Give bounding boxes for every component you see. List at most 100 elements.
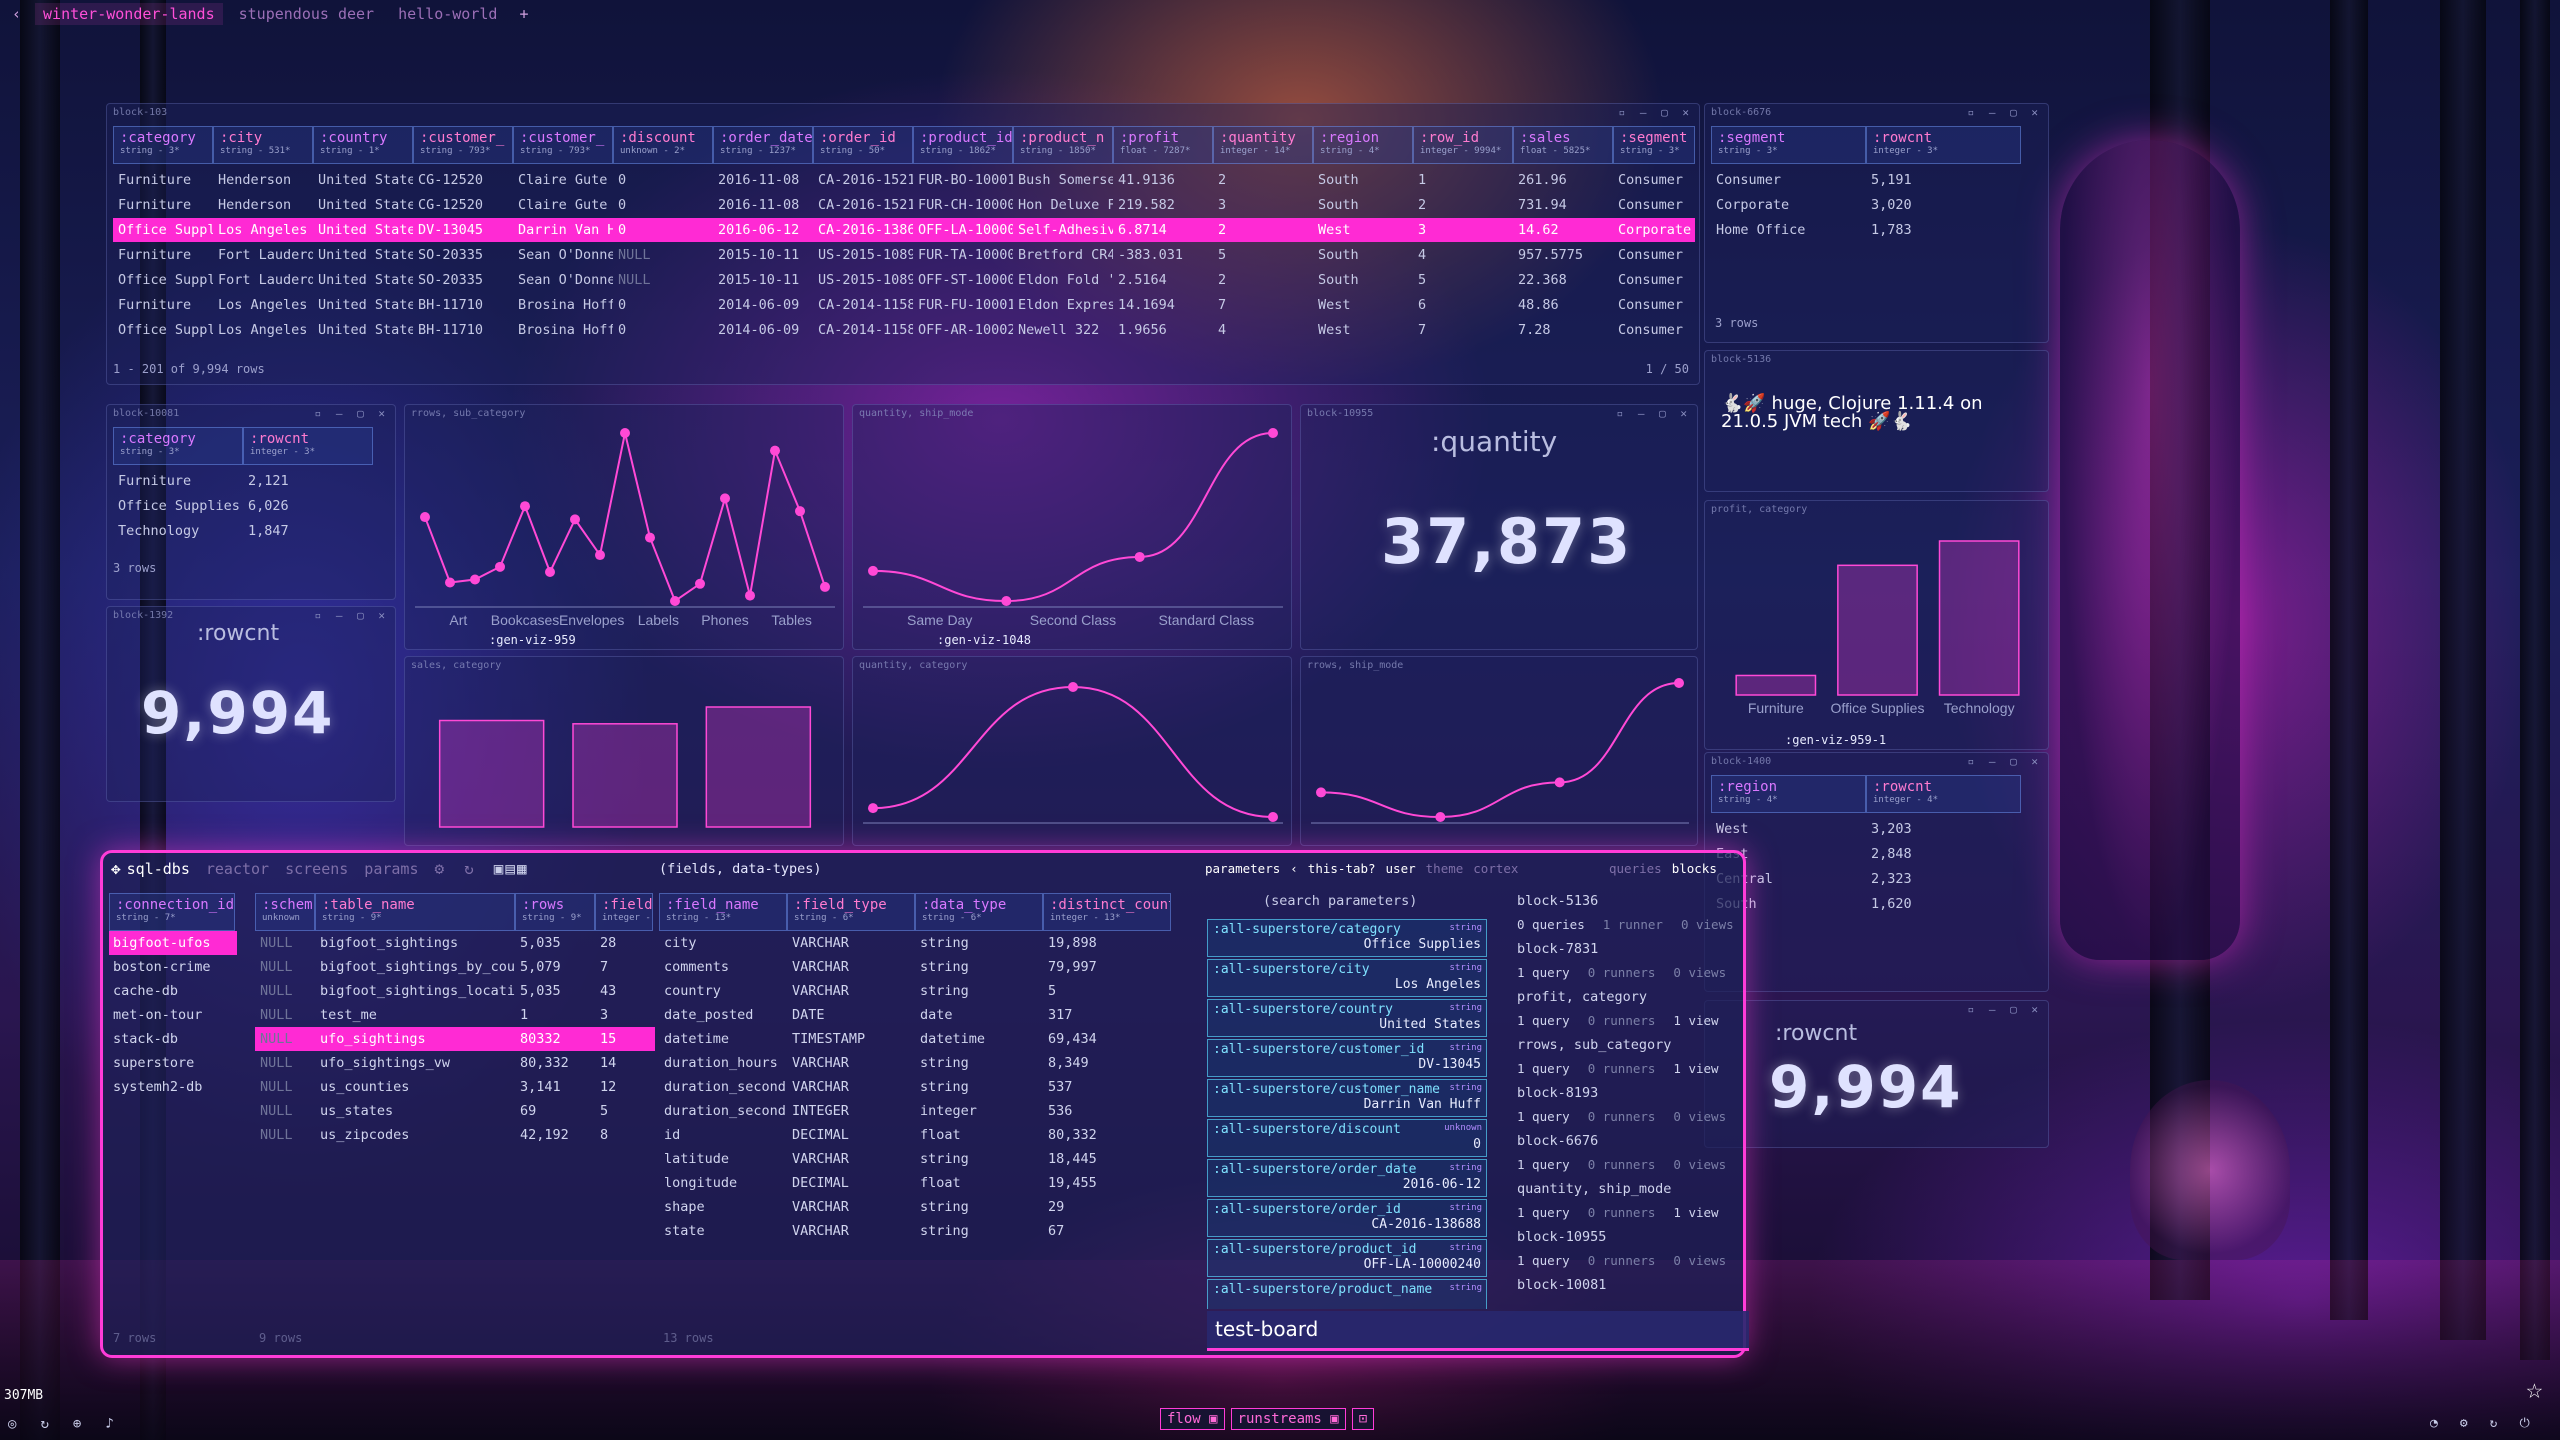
table-row[interactable]: Furniture Henderson United States CG-12520 C… xyxy=(113,193,1695,217)
block-name[interactable]: block-8193 xyxy=(1517,1081,1741,1105)
table-row[interactable]: NULL ufo_sightings 80332 15 xyxy=(255,1027,655,1051)
column-header[interactable]: :schem unknown xyxy=(255,893,315,931)
lock-icon[interactable]: ⊡ xyxy=(1351,1408,1375,1430)
column-header[interactable]: :segment string - 3* xyxy=(1613,126,1695,164)
table-row[interactable]: NULL bigfoot_sightings_locations 5,035 43 xyxy=(255,979,655,1003)
column-header[interactable]: :region string - 4* xyxy=(1313,126,1413,164)
block-name[interactable]: block-5136 xyxy=(1517,889,1741,913)
tab-params[interactable]: params xyxy=(364,860,418,878)
field-row[interactable]: latitude VARCHAR string 18,445 xyxy=(659,1147,1199,1171)
column-header[interactable]: :rowcnt integer - 4* xyxy=(1866,775,2021,813)
window-controls-icon[interactable]: ▫ — ▢ ✕ xyxy=(315,609,389,622)
column-header[interactable]: :profit float - 7287* xyxy=(1113,126,1213,164)
connection-row[interactable]: met-on-tour xyxy=(109,1003,237,1027)
tab-parameters[interactable]: parameters xyxy=(1205,861,1280,876)
table-row[interactable]: Office Supplies 6,026 xyxy=(113,494,373,518)
table-row[interactable]: South1,620 xyxy=(1711,892,2021,916)
connection-row[interactable]: stack-db xyxy=(109,1027,237,1051)
field-row[interactable]: duration_hours VARCHAR string 8,349 xyxy=(659,1051,1199,1075)
tab-user[interactable]: user xyxy=(1386,861,1416,876)
column-header[interactable]: :distinct_count integer - 13* xyxy=(1043,893,1171,931)
table-row[interactable]: Consumer 5,191 xyxy=(1711,168,2021,192)
parameter-item[interactable]: :all-superstore/category string Office Sup… xyxy=(1207,919,1487,957)
field-row[interactable]: date_posted DATE date 317 xyxy=(659,1003,1199,1027)
column-header[interactable]: :customer_ string - 793* xyxy=(513,126,613,164)
connections-header[interactable]: :connection_id string - 7* xyxy=(109,893,235,931)
column-header[interactable]: :rowcnt integer - 3* xyxy=(243,427,373,465)
column-header[interactable]: :category string - 3* xyxy=(113,126,213,164)
column-header[interactable]: :product_id string - 1862* xyxy=(913,126,1013,164)
parameter-item[interactable]: :all-superstore/city string Los Angeles xyxy=(1207,959,1487,997)
visibility-icon[interactable]: ◎ xyxy=(8,1416,16,1432)
parameter-item[interactable]: :all-superstore/country string United Stat… xyxy=(1207,999,1487,1037)
column-header[interactable]: :quantity integer - 14* xyxy=(1213,126,1313,164)
star-icon[interactable]: ☆ xyxy=(2526,1372,2543,1405)
field-row[interactable]: country VARCHAR string 5 xyxy=(659,979,1199,1003)
column-header[interactable]: :row_id integer - 9994* xyxy=(1413,126,1513,164)
table-row[interactable]: Corporate 3,020 xyxy=(1711,193,2021,217)
settings-icon[interactable]: ⚙ xyxy=(2460,1416,2468,1431)
table-row[interactable]: Home Office 1,783 xyxy=(1711,218,2021,242)
parameter-item[interactable]: :all-superstore/order_date string 2016-06-… xyxy=(1207,1159,1487,1197)
column-header[interactable]: :city string - 531* xyxy=(213,126,313,164)
parameter-item[interactable]: :all-superstore/order_id string CA-2016-13… xyxy=(1207,1199,1487,1237)
mic-icon[interactable]: ♪ xyxy=(105,1416,113,1432)
connection-row[interactable]: boston-crime xyxy=(109,955,237,979)
field-row[interactable]: city VARCHAR string 19,898 xyxy=(659,931,1199,955)
connection-row[interactable]: bigfoot-ufos xyxy=(109,931,237,955)
tab-hello-world[interactable]: hello-world xyxy=(390,3,505,25)
block-name[interactable]: block-7831 xyxy=(1517,937,1741,961)
column-header[interactable]: :order_date string - 1237* xyxy=(713,126,813,164)
bell-icon[interactable]: ◔ xyxy=(2430,1416,2438,1431)
table-row[interactable]: NULL us_zipcodes 42,192 8 xyxy=(255,1123,655,1147)
window-controls-icon[interactable]: ▫ — ▢ ✕ xyxy=(1968,755,2042,768)
flow-button[interactable]: flow ▣ xyxy=(1160,1408,1225,1430)
column-header[interactable]: :sales float - 5825* xyxy=(1513,126,1613,164)
table-row[interactable]: Technology 1,847 xyxy=(113,519,373,543)
board-name-input[interactable]: test-board xyxy=(1207,1311,1749,1351)
table-row[interactable]: NULL us_states 69 5 xyxy=(255,1099,655,1123)
block-name[interactable]: block-10955 xyxy=(1517,1225,1741,1249)
table-row[interactable]: Furniture Los Angeles United States BH-1171… xyxy=(113,293,1695,317)
tab-stupendous-deer[interactable]: stupendous deer xyxy=(231,3,382,25)
table-row[interactable]: Office Supplies Los Angeles United States B… xyxy=(113,318,1695,342)
table-row[interactable]: NULL bigfoot_sightings 5,035 28 xyxy=(255,931,655,955)
table-row[interactable]: NULL test_me 1 3 xyxy=(255,1003,655,1027)
block-name[interactable]: block-10081 xyxy=(1517,1273,1741,1297)
column-header[interactable]: :discount unknown - 2* xyxy=(613,126,713,164)
window-controls-icon[interactable]: ▫ — ▢ ✕ xyxy=(1619,106,1693,119)
field-row[interactable]: duration_seconds VARCHAR string 537 xyxy=(659,1075,1199,1099)
table-row[interactable]: Office Supplies Fort Lauderdale United Sta… xyxy=(113,268,1695,292)
block-name[interactable]: quantity, ship_mode xyxy=(1517,1177,1741,1201)
parameter-item[interactable]: :all-superstore/product_name string xyxy=(1207,1279,1487,1309)
field-row[interactable]: datetime TIMESTAMP datetime 69,434 xyxy=(659,1027,1199,1051)
table-row[interactable]: NULL ufo_sightings_vw 80,332 14 xyxy=(255,1051,655,1075)
back-arrow-icon[interactable]: ‹ xyxy=(6,5,27,23)
column-header[interactable]: :field_name string - 13* xyxy=(659,893,787,931)
connection-row[interactable]: superstore xyxy=(109,1051,237,1075)
field-row[interactable]: duration_seconds INTEGER integer 536 xyxy=(659,1099,1199,1123)
tab-screens[interactable]: screens xyxy=(285,860,348,878)
table-row[interactable]: Central2,323 xyxy=(1711,867,2021,891)
block-name[interactable]: rrows, sub_category xyxy=(1517,1033,1741,1057)
parameter-item[interactable]: :all-superstore/customer_name string Darri… xyxy=(1207,1079,1487,1117)
globe-icon[interactable]: ⊕ xyxy=(73,1416,81,1432)
gear-icon[interactable]: ⚙ xyxy=(434,859,444,878)
tab-cortex[interactable]: cortex xyxy=(1473,861,1518,876)
power-icon[interactable]: ⏻ xyxy=(2519,1416,2529,1431)
block-name[interactable]: profit, category xyxy=(1517,985,1741,1009)
field-row[interactable]: shape VARCHAR string 29 xyxy=(659,1195,1199,1219)
table-row[interactable]: West 3,203 xyxy=(1711,817,2021,841)
column-header[interactable]: :order_id string - 50* xyxy=(813,126,913,164)
column-header[interactable]: :country string - 1* xyxy=(313,126,413,164)
refresh-icon[interactable]: ↻ xyxy=(2490,1416,2498,1431)
field-row[interactable]: state VARCHAR string 67 xyxy=(659,1219,1199,1243)
tab-winter-wonder-lands[interactable]: winter-wonder-lands xyxy=(35,3,223,25)
column-header[interactable]: :rows string - 9* xyxy=(515,893,595,931)
tab-this-tab[interactable]: this-tab? xyxy=(1308,861,1376,876)
runstreams-button[interactable]: runstreams ▣ xyxy=(1230,1408,1346,1430)
tab-theme[interactable]: theme xyxy=(1426,861,1464,876)
window-controls-icon[interactable]: ▫ — ▢ ✕ xyxy=(315,407,389,420)
column-header[interactable]: :table_name string - 9* xyxy=(315,893,515,931)
tab-blocks[interactable]: blocks xyxy=(1672,861,1717,876)
